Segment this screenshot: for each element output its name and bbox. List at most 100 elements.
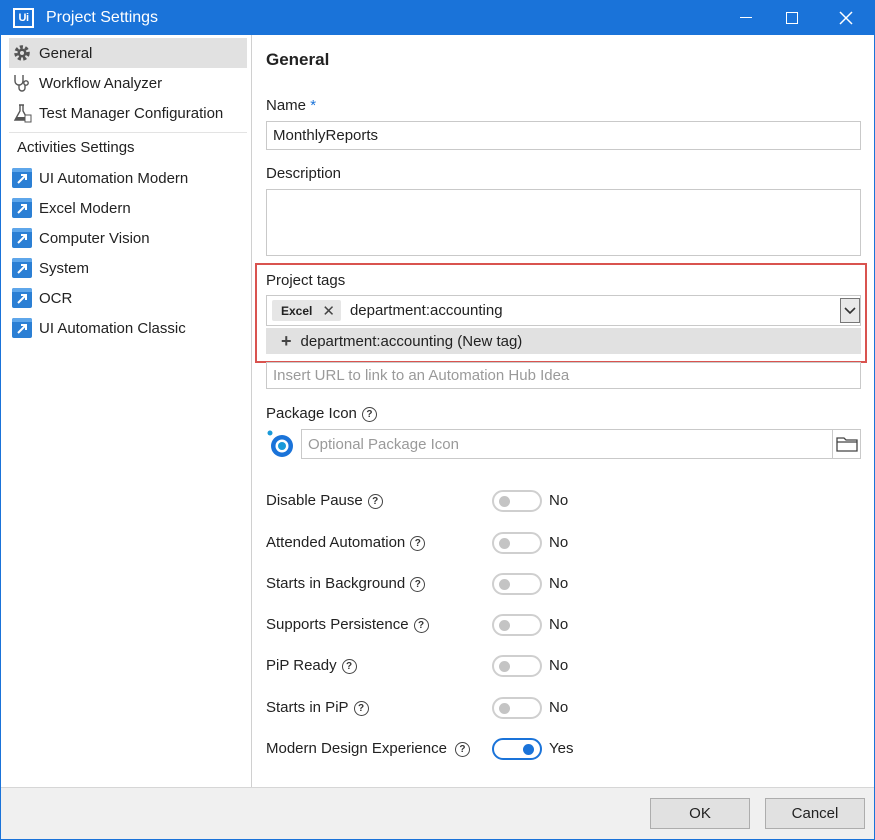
toggle-state: No — [549, 657, 569, 674]
help-icon[interactable]: ? — [367, 493, 383, 509]
sidebar-item-label: System — [39, 259, 90, 277]
activity-package-icon — [11, 317, 33, 339]
activities-settings-heading: Activities Settings — [17, 139, 135, 156]
sidebar-item-label: UI Automation Classic — [39, 319, 186, 337]
toggle-state: No — [549, 575, 569, 592]
pip-ready-toggle[interactable] — [492, 655, 542, 677]
modern-design-experience-toggle[interactable] — [492, 738, 542, 760]
starts-in-background-toggle[interactable] — [492, 573, 542, 595]
browse-folder-button[interactable] — [832, 430, 860, 458]
sidebar-item-label: General — [39, 44, 93, 62]
tag-chip-label: Excel — [281, 303, 313, 318]
minimize-button[interactable] — [723, 0, 769, 35]
toggle-label: PiP Ready? — [266, 657, 357, 674]
package-icon-label: Package Icon? — [266, 405, 377, 422]
new-tag-suggestion[interactable]: + department:accounting (New tag) — [266, 328, 861, 354]
stethoscope-icon — [11, 72, 33, 94]
description-input[interactable] — [266, 189, 861, 256]
help-icon[interactable]: ? — [410, 576, 426, 592]
sidebar: General Workflow Analyzer Test Manager C… — [1, 35, 252, 787]
uipath-logo-icon: Ui — [13, 7, 34, 28]
toggle-label: Starts in PiP? — [266, 699, 369, 716]
attended-automation-toggle[interactable] — [492, 532, 542, 554]
automation-hub-url-placeholder: Insert URL to link to an Automation Hub … — [273, 367, 570, 384]
help-icon[interactable]: ? — [361, 406, 377, 422]
toggle-row-modern-design-experience: Modern Design Experience? Yes — [266, 738, 861, 762]
minimize-icon — [740, 16, 752, 19]
close-button[interactable] — [823, 0, 869, 35]
name-input[interactable]: MonthlyReports — [266, 121, 861, 150]
sidebar-item-ui-automation-classic[interactable]: UI Automation Classic — [9, 313, 247, 343]
toggle-knob — [499, 579, 510, 590]
dialog-footer: OK Cancel — [1, 787, 874, 839]
sidebar-item-workflow-analyzer[interactable]: Workflow Analyzer — [9, 68, 247, 98]
settings-panel: General Name * MonthlyReports Descriptio… — [253, 35, 874, 787]
help-icon[interactable]: ? — [341, 658, 357, 674]
activity-package-icon — [11, 197, 33, 219]
toggle-row-pip-ready: PiP Ready? No — [266, 655, 861, 679]
sidebar-item-ocr[interactable]: OCR — [9, 283, 247, 313]
sidebar-item-label: Computer Vision — [39, 229, 150, 247]
help-icon[interactable]: ? — [454, 741, 470, 757]
toggle-knob — [499, 661, 510, 672]
package-icon-input[interactable]: Optional Package Icon — [301, 429, 861, 459]
automation-hub-url-input[interactable]: Insert URL to link to an Automation Hub … — [266, 362, 861, 389]
sidebar-item-label: UI Automation Modern — [39, 169, 189, 187]
remove-tag-icon[interactable]: ✕ — [322, 302, 335, 320]
project-tags-label: Project tags — [266, 272, 346, 289]
supports-persistence-toggle[interactable] — [492, 614, 542, 636]
maximize-button[interactable] — [769, 0, 815, 35]
name-label: Name * — [266, 97, 316, 114]
sidebar-item-test-manager[interactable]: Test Manager Configuration — [9, 98, 247, 128]
gear-icon — [11, 42, 33, 64]
toggle-label: Supports Persistence? — [266, 616, 429, 633]
tags-dropdown-button[interactable] — [840, 298, 860, 323]
package-icon-preview — [266, 429, 294, 459]
toggle-state: No — [549, 699, 569, 716]
cancel-button[interactable]: Cancel — [765, 798, 865, 829]
activity-package-icon — [11, 257, 33, 279]
title-bar: Ui Project Settings — [0, 0, 875, 35]
sidebar-item-excel-modern[interactable]: Excel Modern — [9, 193, 247, 223]
toggle-label: Modern Design Experience? — [266, 740, 470, 757]
toggle-knob — [499, 496, 510, 507]
help-icon[interactable]: ? — [353, 700, 369, 716]
activity-package-icon — [11, 167, 33, 189]
sidebar-item-label: Workflow Analyzer — [39, 74, 163, 92]
sidebar-item-label: Excel Modern — [39, 199, 131, 217]
starts-in-pip-toggle[interactable] — [492, 697, 542, 719]
sidebar-item-label: OCR — [39, 289, 73, 307]
sidebar-item-computer-vision[interactable]: Computer Vision — [9, 223, 247, 253]
toggle-state: No — [549, 616, 569, 633]
disable-pause-toggle[interactable] — [492, 490, 542, 512]
close-icon — [839, 10, 853, 25]
plus-icon: + — [281, 331, 292, 351]
project-tags-input[interactable]: Excel ✕ department:accounting — [266, 295, 861, 326]
activity-package-icon — [11, 227, 33, 249]
toggle-label-text: Attended Automation — [266, 534, 406, 551]
toggle-row-supports-persistence: Supports Persistence? No — [266, 614, 861, 638]
toggle-state: Yes — [549, 740, 574, 757]
new-tag-suggestion-label: department:accounting (New tag) — [300, 332, 523, 350]
toggle-state: No — [549, 492, 569, 509]
toggle-label-text: Starts in PiP — [266, 699, 349, 716]
package-icon-label-text: Package Icon — [266, 405, 357, 422]
help-icon[interactable]: ? — [410, 535, 426, 551]
help-icon[interactable]: ? — [413, 617, 429, 633]
ok-button[interactable]: OK — [650, 798, 750, 829]
page-title: General — [266, 50, 330, 69]
sidebar-item-ui-automation-modern[interactable]: UI Automation Modern — [9, 163, 247, 193]
toggle-knob — [499, 703, 510, 714]
activity-package-icon — [11, 287, 33, 309]
chevron-down-icon — [844, 306, 856, 314]
toggle-label-text: Modern Design Experience — [266, 740, 447, 757]
toggle-knob — [499, 538, 510, 549]
sidebar-item-general[interactable]: General — [9, 38, 247, 68]
toggle-row-starts-in-pip: Starts in PiP? No — [266, 697, 861, 721]
name-label-text: Name — [266, 97, 307, 114]
toggle-label: Attended Automation? — [266, 534, 426, 551]
toggle-label: Disable Pause? — [266, 492, 383, 509]
toggle-state: No — [549, 534, 569, 551]
folder-icon — [835, 437, 858, 452]
sidebar-item-system[interactable]: System — [9, 253, 247, 283]
